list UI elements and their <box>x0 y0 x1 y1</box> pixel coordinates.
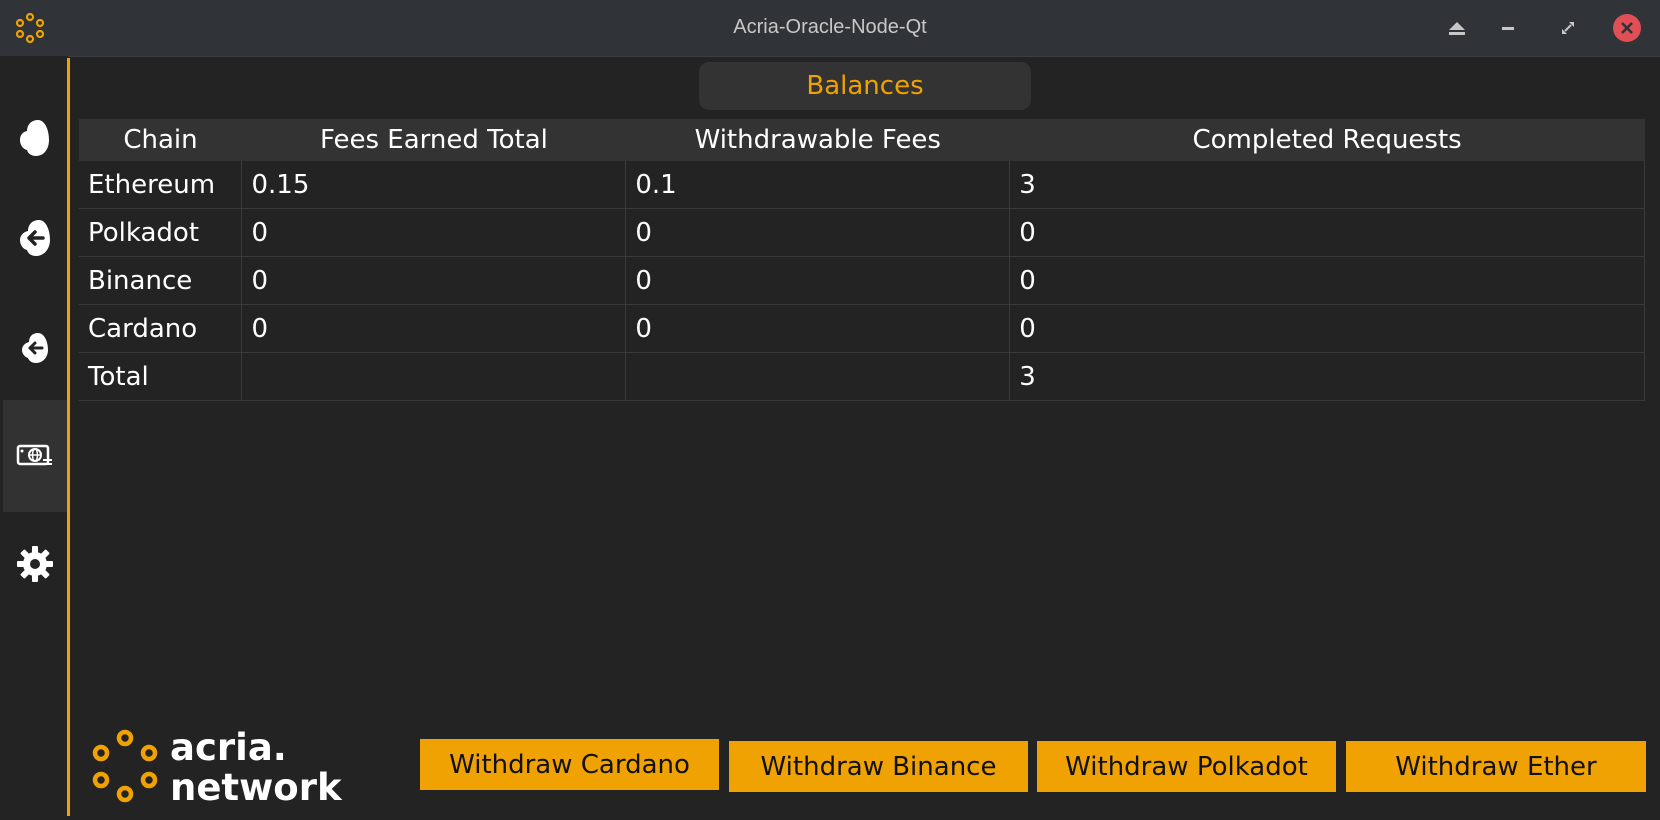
main-content: Balances Chain Fees Earned Total Withdra… <box>79 56 1647 820</box>
tab-balances[interactable]: Balances <box>699 62 1031 110</box>
table-cell[interactable]: 0 <box>625 208 1011 257</box>
sidebar <box>0 56 68 820</box>
table-row: Ethereum 0.15 0.1 3 <box>79 161 1645 209</box>
logo-text-line2: network <box>170 766 342 809</box>
column-header-chain[interactable]: Chain <box>79 119 242 161</box>
gear-icon <box>17 546 53 582</box>
acria-logo-icon <box>92 729 158 803</box>
table-cell[interactable]: 0 <box>241 256 627 305</box>
window-title: Acria-Oracle-Node-Qt <box>733 16 927 38</box>
column-header-completed-requests[interactable]: Completed Requests <box>1009 119 1645 161</box>
table-cell[interactable]: 0 <box>1009 304 1645 353</box>
acria-network-logo: acria. network <box>90 728 342 808</box>
table-cell[interactable]: 0 <box>1009 208 1645 257</box>
table-cell[interactable]: 3 <box>1009 352 1645 401</box>
table-header-row: Chain Fees Earned Total Withdrawable Fee… <box>79 119 1645 161</box>
maximize-icon <box>1562 22 1574 34</box>
table-cell[interactable]: 3 <box>1009 161 1645 209</box>
table-cell[interactable]: Total <box>79 352 243 401</box>
cloud-icon <box>20 120 49 156</box>
withdraw-polkadot-button[interactable]: Withdraw Polkadot <box>1037 741 1336 792</box>
withdraw-binance-button[interactable]: Withdraw Binance <box>729 741 1028 792</box>
app-window: Acria-Oracle-Node-Qt Balances Chain Fees… <box>0 0 1660 820</box>
eject-button[interactable] <box>1443 14 1471 42</box>
table-cell[interactable] <box>625 352 1011 401</box>
table-row-total: Total 3 <box>79 352 1645 401</box>
logo-wordmark: acria. network <box>170 728 342 808</box>
minimize-icon <box>1502 27 1514 30</box>
table-row: Cardano 0 0 0 <box>79 304 1645 353</box>
table-row: Binance 0 0 0 <box>79 256 1645 305</box>
table-cell[interactable]: 0 <box>241 304 627 353</box>
table-row: Polkadot 0 0 0 <box>79 208 1645 257</box>
cloud-arrow-in-icon <box>22 333 48 363</box>
close-icon <box>1621 22 1633 34</box>
table-cell[interactable] <box>241 352 627 401</box>
table-cell[interactable]: Binance <box>79 256 243 305</box>
sidebar-item-settings[interactable] <box>3 508 67 620</box>
logo-text-line1: acria. <box>170 726 287 769</box>
table-cell[interactable]: 0.15 <box>241 161 627 209</box>
sidebar-item-cloud-upload[interactable] <box>3 182 67 294</box>
table-cell[interactable]: 0.1 <box>625 161 1011 209</box>
banknote-globe-icon <box>16 444 52 466</box>
table-cell[interactable]: 0 <box>625 256 1011 305</box>
sidebar-accent-divider <box>67 58 70 816</box>
table-cell[interactable]: 0 <box>625 304 1011 353</box>
withdraw-ether-button[interactable]: Withdraw Ether <box>1346 741 1646 792</box>
eject-icon <box>1449 22 1465 35</box>
title-bar: Acria-Oracle-Node-Qt <box>0 0 1660 57</box>
sidebar-item-cloud-download[interactable] <box>3 292 67 404</box>
balances-table: Chain Fees Earned Total Withdrawable Fee… <box>79 119 1645 401</box>
maximize-button[interactable] <box>1554 14 1582 42</box>
withdraw-cardano-button[interactable]: Withdraw Cardano <box>420 739 719 790</box>
table-cell[interactable]: 0 <box>1009 256 1645 305</box>
table-cell[interactable]: 0 <box>241 208 627 257</box>
column-header-fees-earned-total[interactable]: Fees Earned Total <box>241 119 626 161</box>
close-button[interactable] <box>1613 14 1641 42</box>
sidebar-item-cloud[interactable] <box>3 82 67 194</box>
sidebar-item-balances[interactable] <box>3 400 67 512</box>
table-cell[interactable]: Cardano <box>79 304 243 353</box>
cloud-arrow-left-icon <box>20 220 50 256</box>
minimize-button[interactable] <box>1494 14 1522 42</box>
table-cell[interactable]: Ethereum <box>79 161 243 209</box>
column-header-withdrawable-fees[interactable]: Withdrawable Fees <box>625 119 1010 161</box>
table-cell[interactable]: Polkadot <box>79 208 243 257</box>
